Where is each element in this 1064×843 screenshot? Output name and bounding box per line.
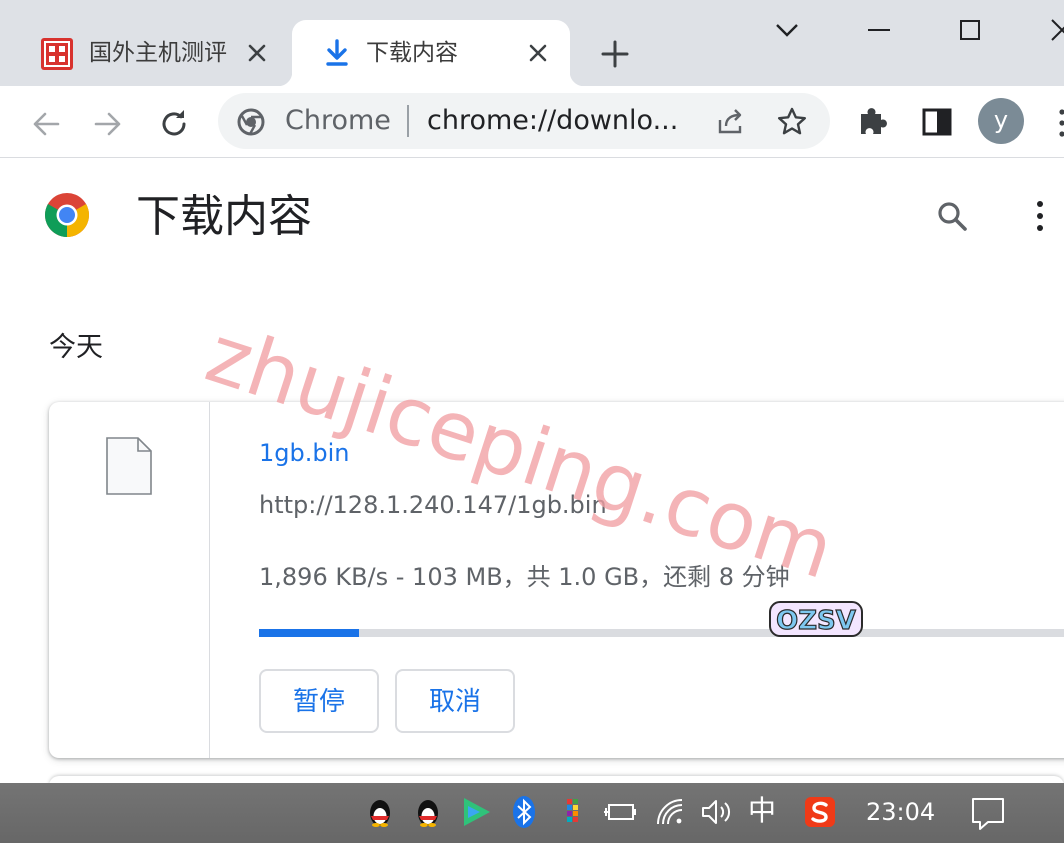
pause-button[interactable]: 暂停 [259,669,379,733]
reload-icon[interactable] [154,104,194,144]
close-tab-icon[interactable] [525,40,551,66]
forward-arrow-icon[interactable] [88,104,128,144]
ozsv-sticker-icon: OZSV [769,601,863,637]
page-title: 下载内容 [136,191,312,242]
new-tab-plus-icon[interactable] [598,37,632,71]
tab-strip: 国外主机测评 下载内容 [0,0,1064,86]
chevron-down-icon[interactable] [767,10,807,50]
site-favicon-icon [41,38,73,70]
download-status: 1,896 KB/s - 103 MB，共 1.0 GB，还剩 8 分钟 [259,563,790,591]
omnibox-url[interactable]: chrome://downlo... [427,105,678,137]
omnibox-scheme-label: Chrome [285,105,391,136]
card-divider [209,402,210,758]
cancel-button[interactable]: 取消 [395,669,515,733]
sogou-input-icon[interactable] [802,794,838,830]
back-arrow-icon[interactable] [26,104,66,144]
video-player-icon[interactable] [458,794,494,830]
sticker-text: OZSV [776,606,856,636]
progress-bar [259,629,1064,637]
tab-title: 下载内容 [366,40,458,66]
qq-penguin-icon[interactable] [410,794,446,830]
share-icon[interactable] [712,104,748,140]
wifi-icon[interactable] [652,794,688,830]
extensions-puzzle-icon[interactable] [853,102,893,142]
app-tray-icon[interactable] [554,794,590,830]
tab-downloads[interactable]: 下载内容 [278,20,584,86]
ime-indicator[interactable]: 中 [748,795,776,827]
volume-icon[interactable] [698,794,734,830]
close-window-icon[interactable] [1042,10,1064,50]
search-icon[interactable] [934,198,970,234]
windows-taskbar: 中 23:04 [0,783,1064,843]
minimize-icon[interactable] [859,10,899,50]
progress-bar-fill [259,629,359,637]
file-name-link[interactable]: 1gb.bin [259,438,349,468]
chrome-logo-icon [237,108,265,136]
omnibox-separator [407,105,409,137]
bluetooth-icon[interactable] [506,794,542,830]
bookmark-star-icon[interactable] [774,104,810,140]
tab-title: 国外主机测评 [89,40,227,66]
tab-zhujiceping[interactable]: 国外主机测评 [22,20,290,86]
date-heading: 今天 [49,332,103,363]
taskbar-clock[interactable]: 23:04 [866,797,935,827]
battery-plug-icon[interactable] [602,794,638,830]
file-url: http://128.1.240.147/1gb.bin [259,491,607,519]
side-panel-icon[interactable] [917,102,957,142]
page-more-icon[interactable] [1030,198,1050,234]
browser-toolbar: Chrome chrome://downlo... y [0,86,1064,158]
chrome-color-logo-icon [45,193,89,237]
downloads-page: 下载内容 今天 1gb.bin http://128.1.240.147/1gb… [0,158,1064,786]
download-icon [326,39,348,66]
more-menu-icon[interactable] [1056,106,1064,140]
close-tab-icon[interactable] [244,40,270,66]
file-icon [106,437,152,495]
qq-penguin-icon[interactable] [362,794,398,830]
download-card: 1gb.bin http://128.1.240.147/1gb.bin 1,8… [49,402,1064,758]
profile-avatar[interactable]: y [978,98,1024,144]
maximize-icon[interactable] [950,10,990,50]
address-bar[interactable]: Chrome chrome://downlo... [218,93,830,149]
notification-center-icon[interactable] [968,793,1008,833]
